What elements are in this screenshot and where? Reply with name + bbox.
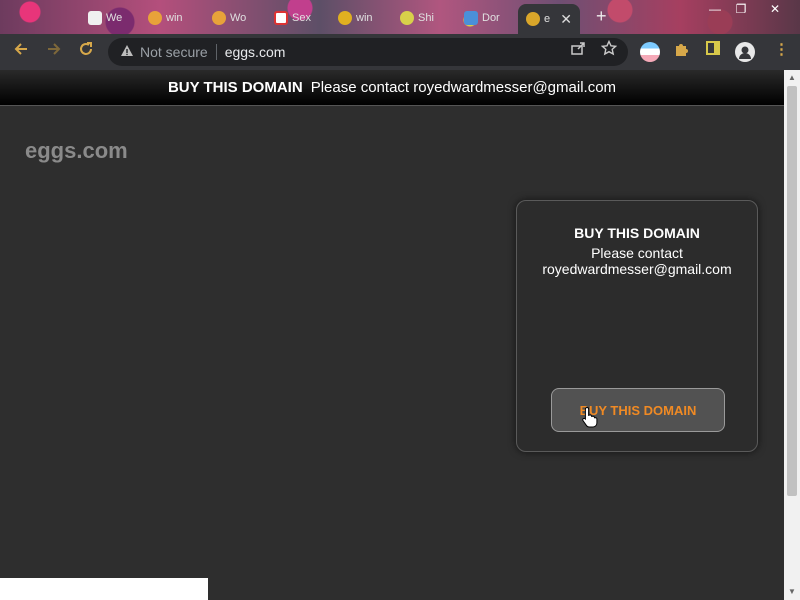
tab-5[interactable]: win [330, 4, 390, 32]
share-icon[interactable] [570, 40, 586, 60]
tab-6[interactable]: Shi [392, 4, 454, 32]
status-overlay [0, 578, 208, 600]
warning-icon [120, 44, 134, 60]
bookmark-star-icon[interactable] [600, 39, 618, 60]
page-content: BUY THIS DOMAIN Please contact royedward… [0, 70, 784, 600]
url-text[interactable]: eggs.com [225, 44, 286, 60]
security-status[interactable]: Not secure [140, 44, 208, 60]
card-contact-text: Please contact [591, 245, 683, 261]
extension-flag-icon[interactable] [640, 42, 660, 62]
side-panel-icon[interactable] [705, 40, 721, 60]
tab-3[interactable]: Wo [204, 4, 264, 32]
scrollbar-thumb[interactable] [787, 86, 797, 496]
forward-icon[interactable] [42, 40, 66, 64]
tab-4[interactable]: Sex [266, 4, 328, 32]
tab-favicon-icon [338, 11, 352, 25]
maximize-button[interactable]: ❐ [728, 0, 754, 18]
new-tab-button[interactable]: + [596, 6, 607, 27]
tab-label: e [544, 13, 551, 25]
scroll-up-arrow-icon[interactable]: ▲ [784, 70, 800, 86]
tab-active[interactable]: e ✕ [518, 4, 580, 34]
card-email: royedwardmesser@gmail.com [542, 261, 732, 277]
tab-favicon-icon [88, 11, 102, 25]
extensions-puzzle-icon[interactable] [673, 40, 691, 62]
tab-label: win [356, 12, 373, 24]
tab-label: Sex [292, 12, 311, 24]
banner-text: Please contact royedwardmesser@gmail.com [310, 79, 617, 96]
tab-favicon-icon [148, 11, 162, 25]
hand-cursor-icon [582, 406, 598, 428]
tab-close-icon[interactable]: ✕ [560, 11, 572, 28]
tab-label: win [166, 12, 183, 24]
minimize-button[interactable]: — [702, 0, 728, 18]
address-divider [215, 44, 217, 60]
back-icon[interactable] [9, 40, 33, 64]
tab-label: Dor [482, 12, 500, 24]
tab-favicon-icon [212, 11, 226, 25]
site-name: eggs.com [25, 138, 128, 163]
profile-avatar-icon[interactable] [735, 42, 755, 62]
tab-label: Wo [230, 12, 247, 24]
menu-kebab-icon[interactable]: ⋮ [774, 40, 789, 58]
tab-label: We [106, 12, 123, 24]
tab-favicon-icon [400, 11, 414, 25]
tab-2[interactable]: win [140, 4, 200, 32]
top-banner: BUY THIS DOMAIN Please contact royedward… [0, 70, 784, 106]
reload-icon[interactable] [74, 40, 98, 64]
scroll-down-arrow-icon[interactable]: ▼ [784, 584, 800, 600]
tab-favicon-icon [526, 12, 540, 26]
tab-favicon-icon [464, 11, 478, 25]
address-bar[interactable]: Not secure eggs.com [108, 38, 628, 66]
vertical-scrollbar[interactable]: ▲ ▼ [784, 70, 800, 600]
card-title: BUY THIS DOMAIN [574, 225, 700, 241]
browser-toolbar: Not secure eggs.com ⋮ [0, 34, 800, 70]
tab-label: Shi [418, 12, 434, 24]
tab-1[interactable]: We [80, 4, 140, 32]
close-window-button[interactable]: ✕ [762, 0, 788, 18]
tab-7[interactable]: Dor [456, 4, 516, 32]
sale-card: BUY THIS DOMAIN Please contact royedward… [516, 200, 758, 452]
buy-domain-button[interactable]: BUY THIS DOMAIN [551, 388, 725, 432]
tab-strip: We win Wo Sex win Shi Dor e ✕ + — ❐ ✕ [0, 0, 800, 34]
tab-favicon-icon [274, 11, 288, 25]
banner-title: BUY THIS DOMAIN [167, 79, 303, 96]
